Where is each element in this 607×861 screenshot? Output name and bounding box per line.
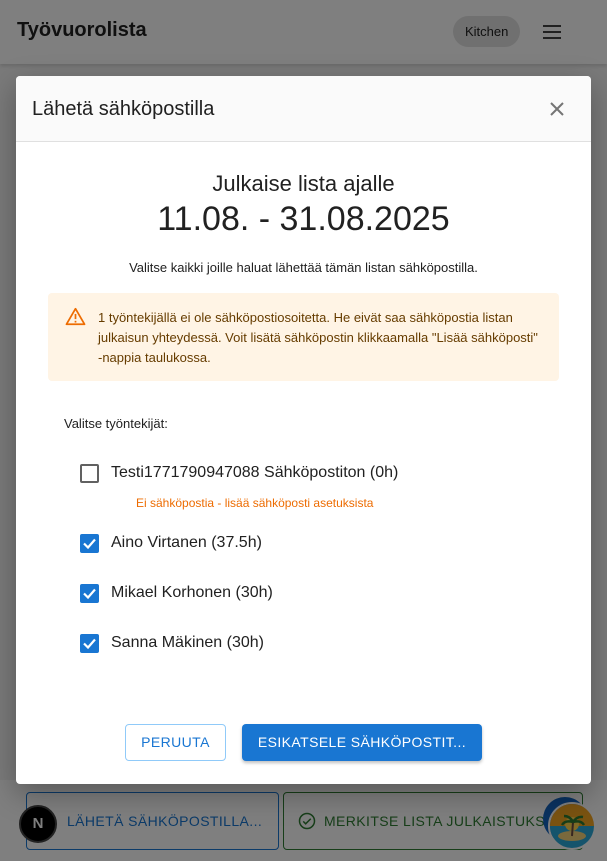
checkmark-icon bbox=[83, 638, 96, 650]
checkmark-icon bbox=[83, 588, 96, 600]
no-email-note: Ei sähköpostia - lisää sähköposti asetuk… bbox=[136, 496, 374, 510]
employee-name: Aino Virtanen (37.5h) bbox=[111, 534, 262, 551]
dialog-header: Lähetä sähköpostilla bbox=[16, 76, 591, 142]
cancel-button[interactable]: PERUUTA bbox=[125, 724, 226, 761]
close-icon[interactable] bbox=[544, 96, 570, 122]
checkmark-icon bbox=[83, 538, 96, 550]
checkbox-unchecked[interactable] bbox=[80, 464, 99, 483]
preview-emails-button[interactable]: ESIKATSELE SÄHKÖPOSTIT... bbox=[242, 724, 482, 761]
warning-alert: 1 työntekijällä ei ole sähköpostiosoitet… bbox=[48, 293, 559, 381]
warning-alert-text: 1 työntekijällä ei ole sähköpostiosoitet… bbox=[98, 310, 538, 365]
employee-name: Testi1771790947088 Sähköpostiton (0h) bbox=[111, 464, 399, 481]
select-employees-label: Valitse työntekijät: bbox=[64, 416, 168, 431]
publish-heading: Julkaise lista ajalle bbox=[212, 171, 395, 196]
checkbox-checked[interactable] bbox=[80, 534, 99, 553]
warning-triangle-icon bbox=[65, 307, 86, 326]
send-email-dialog: Lähetä sähköpostilla Julkaise lista ajal… bbox=[16, 76, 591, 784]
employee-name: Sanna Mäkinen (30h) bbox=[111, 634, 264, 651]
employee-name: Mikael Korhonen (30h) bbox=[111, 584, 273, 601]
intro-text: Valitse kaikki joille haluat lähettää tä… bbox=[129, 260, 478, 275]
dialog-title: Lähetä sähköpostilla bbox=[32, 98, 215, 120]
checkbox-checked[interactable] bbox=[80, 584, 99, 603]
checkbox-checked[interactable] bbox=[80, 634, 99, 653]
date-range: 11.08. - 31.08.2025 bbox=[157, 200, 450, 238]
